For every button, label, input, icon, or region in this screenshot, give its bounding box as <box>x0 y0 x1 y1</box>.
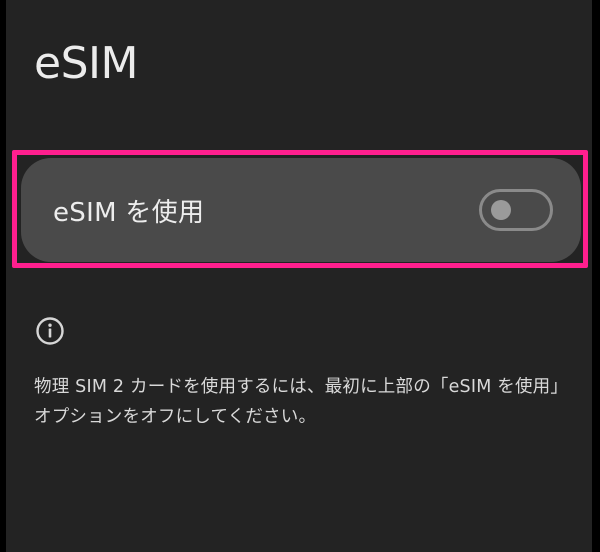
info-icon <box>36 317 64 345</box>
highlight-box <box>12 150 588 268</box>
esim-settings-screen: eSIM eSIM を使用 物理 SIM 2 カードを使用するには、最初に上部の… <box>6 0 592 552</box>
page-title: eSIM <box>34 38 138 89</box>
help-text: 物理 SIM 2 カードを使用するには、最初に上部の「eSIM を使用」オプショ… <box>34 377 569 427</box>
